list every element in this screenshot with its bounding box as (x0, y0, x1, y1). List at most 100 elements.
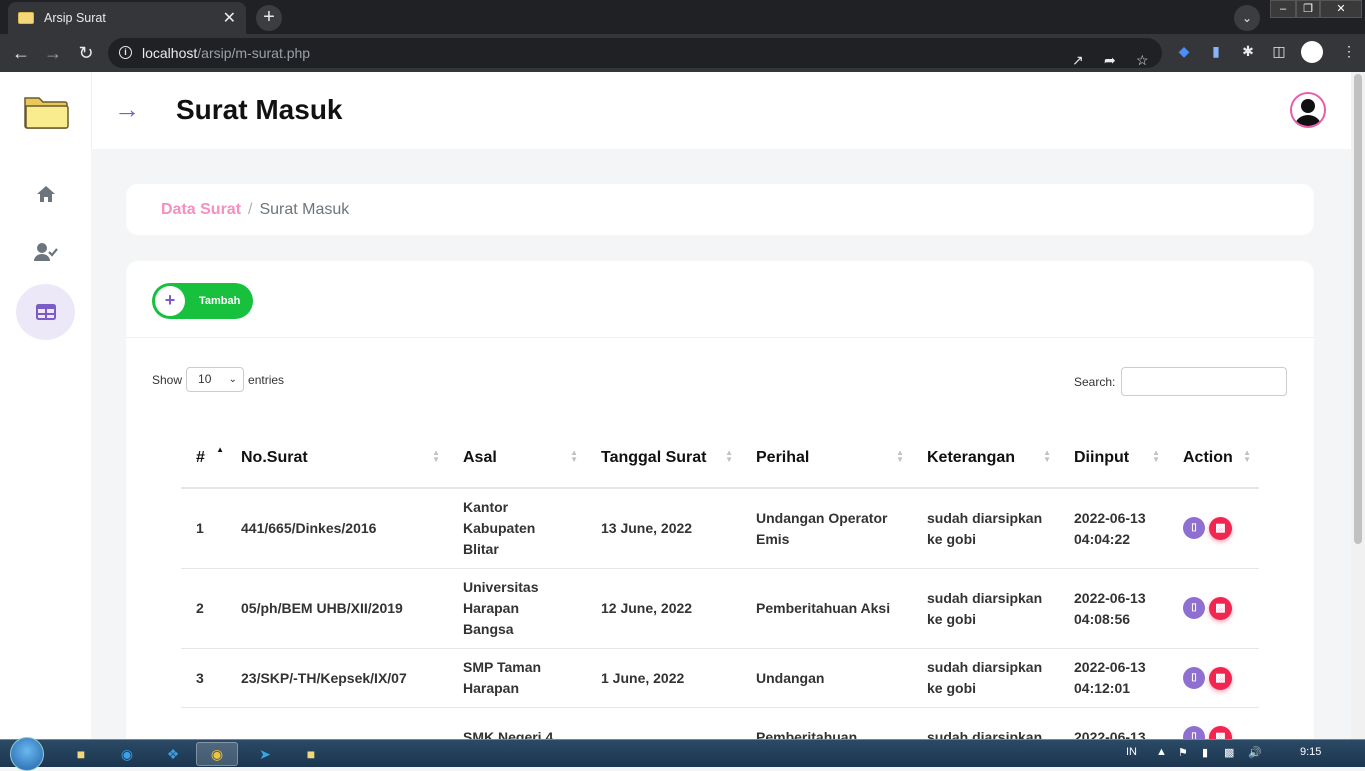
trash-icon[interactable]: ▩ (1209, 517, 1232, 540)
col-perihal[interactable]: Perihal ▲ ▼ (741, 428, 912, 489)
clock[interactable]: 9:15 (1300, 746, 1321, 758)
puzzle-icon[interactable]: ✱ (1239, 43, 1257, 61)
cell-asal: SMK Negeri 4 (448, 707, 586, 739)
col-no-surat[interactable]: No.Surat ▲ ▼ (226, 428, 448, 489)
flag-icon[interactable]: ⚑ (1178, 746, 1188, 759)
network-icon[interactable]: ▩ (1224, 746, 1234, 759)
cell-nomor: 05/ph/BEM UHB/XII/2019 (226, 568, 448, 649)
profile-avatar[interactable] (1301, 41, 1323, 63)
url-path: /arsip/m-surat.php (197, 45, 311, 61)
language-indicator[interactable]: IN (1126, 746, 1137, 758)
url-host: localhost (142, 45, 198, 61)
cell-action: ▯ ▩ (1168, 648, 1259, 708)
col-label: Action (1183, 448, 1233, 466)
minimize-button[interactable]: – (1270, 0, 1296, 18)
address-bar[interactable]: i localhost/arsip/m-surat.php ↗ ➦ ☆ (108, 38, 1162, 68)
entries-select[interactable]: 10 ⌄ (186, 367, 245, 392)
page-scrollbar[interactable] (1351, 72, 1365, 739)
scrollbar-thumb[interactable] (1354, 74, 1362, 544)
folder-icon (18, 12, 34, 24)
col-label: Perihal (756, 448, 810, 466)
share-icon[interactable]: ➦ (1104, 45, 1116, 75)
battery-icon[interactable]: ▮ (1202, 746, 1208, 759)
back-icon[interactable]: ← (8, 40, 34, 66)
view-document-icon[interactable]: ▯ (1183, 597, 1205, 619)
cell-perihal: Undangan Operator Emis (741, 488, 912, 569)
restore-button[interactable]: ❐ (1296, 0, 1320, 18)
table-row: SMK Negeri 4 Pemberitahuan sudah diarsip… (181, 707, 1259, 739)
edge-icon[interactable]: ◉ (106, 742, 148, 766)
volume-icon[interactable]: 🔊 (1248, 746, 1262, 759)
entries-label: entries (248, 372, 285, 387)
cell-diinput: 2022-06-13 (1059, 707, 1168, 739)
user-avatar[interactable] (1290, 92, 1326, 128)
cell-no: 3 (181, 648, 226, 708)
close-icon[interactable]: ✕ (223, 8, 236, 28)
cell-no: 1 (181, 488, 226, 569)
new-tab-button[interactable]: + (256, 5, 282, 31)
reload-icon[interactable]: ↻ (73, 40, 99, 66)
trash-icon[interactable]: ▩ (1209, 726, 1232, 739)
add-button-label: Tambah (199, 295, 241, 307)
col-label: Keterangan (927, 448, 1016, 466)
telegram-icon[interactable]: ➤ (244, 742, 286, 766)
col-asal[interactable]: Asal ▲ ▼ (448, 428, 586, 489)
home-icon[interactable] (16, 166, 75, 222)
tray-chevron-icon[interactable]: ▲ (1156, 746, 1167, 758)
cell-keterangan: sudah diarsipkan ke gobi (912, 568, 1059, 649)
cell-perihal: Pemberitahuan Aksi (741, 568, 912, 649)
menu-icon[interactable]: ⋮ (1340, 43, 1358, 61)
page: → Surat Masuk Data Surat / Surat Masuk + T… (0, 72, 1351, 739)
trash-icon[interactable]: ▩ (1209, 666, 1232, 690)
user-check-icon[interactable] (16, 224, 75, 280)
start-button[interactable] (10, 737, 44, 771)
view-document-icon[interactable]: ▯ (1183, 666, 1205, 689)
chevron-down-icon[interactable]: ⌄ (1234, 5, 1260, 31)
cell-keterangan: sudah diarsipkan ke gobi (912, 488, 1059, 569)
file-explorer-icon[interactable]: ■ (60, 742, 102, 766)
sidepanel-icon[interactable]: ◫ (1270, 43, 1288, 61)
breadcrumb-link[interactable]: Data Surat (161, 201, 241, 218)
browser-tab[interactable]: Arsip Surat ✕ (8, 2, 246, 34)
tab-title: Arsip Surat (44, 11, 106, 25)
view-document-icon[interactable]: ▯ (1183, 517, 1205, 539)
table-icon[interactable] (16, 284, 75, 340)
sort-icon: ▲ ▼ (725, 448, 733, 464)
forward-icon[interactable]: → (40, 40, 66, 66)
col-action[interactable]: Action ▲ ▼ (1168, 428, 1259, 489)
trash-icon[interactable]: ▩ (1209, 597, 1232, 620)
col-label: Diinput (1074, 448, 1130, 466)
page-header: → Surat Masuk (91, 72, 1351, 149)
arrow-right-icon[interactable]: → (114, 94, 140, 125)
open-external-icon[interactable]: ↗ (1072, 45, 1084, 75)
cell-diinput: 2022-06-13 04:12:01 (1059, 648, 1168, 708)
vscode-icon[interactable]: ❖ (152, 742, 194, 766)
search-input[interactable] (1121, 367, 1288, 396)
folder-icon[interactable]: ■ (290, 742, 332, 766)
info-icon[interactable]: i (119, 46, 132, 59)
breadcrumb-current: Surat Masuk (259, 201, 350, 218)
star-icon[interactable]: ☆ (1136, 45, 1149, 75)
col-tanggal[interactable]: Tanggal Surat ▲ ▼ (586, 428, 741, 489)
chrome-icon[interactable]: ◉ (196, 742, 238, 766)
cell-no: 2 (181, 568, 226, 649)
surat-table: # ▲ No.Surat ▲ ▼ Asal ▲ ▼ Tanggal Surat ▲ ▼ Per… (181, 428, 1259, 739)
cell-asal: Universitas Harapan Bangsa (448, 568, 586, 649)
search-filter: Search: (1074, 367, 1288, 396)
cell-asal: SMP Taman Harapan (448, 648, 586, 708)
docs-extension-icon[interactable]: ▮ (1207, 43, 1225, 61)
col-keterangan[interactable]: Keterangan ▲ ▼ (912, 428, 1059, 489)
col-diinput[interactable]: Diinput ▲ ▼ (1059, 428, 1168, 489)
window-close-button[interactable]: ✕ (1320, 0, 1362, 18)
entries-value: 10 (198, 372, 212, 386)
add-button[interactable]: + Tambah (152, 283, 253, 319)
extension-icon[interactable]: ◆ (1175, 43, 1193, 61)
col-number[interactable]: # ▲ (181, 428, 226, 489)
table-row: 1 441/665/Dinkes/2016 Kantor Kabupaten B… (181, 488, 1259, 569)
view-document-icon[interactable]: ▯ (1183, 726, 1205, 739)
cell-nomor (226, 707, 448, 739)
sort-icon: ▲ ▼ (570, 448, 578, 464)
sort-icon: ▲ ▼ (896, 448, 904, 464)
chevron-down-icon: ⌄ (228, 374, 238, 385)
col-label: Asal (463, 448, 497, 466)
